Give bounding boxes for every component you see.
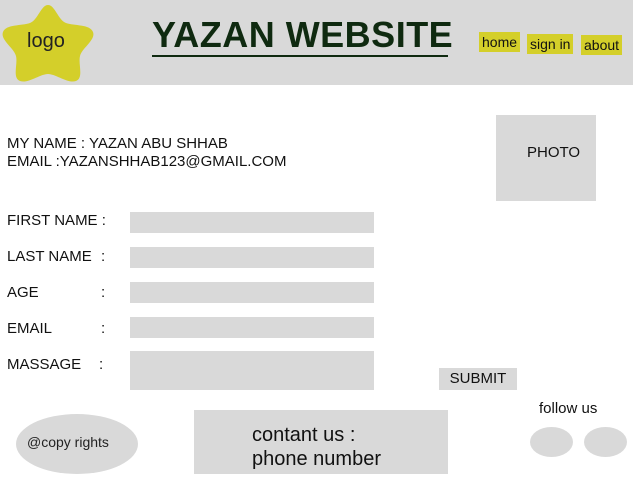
nav-sign-in-link[interactable]: sign in xyxy=(527,34,574,54)
photo-label: PHOTO xyxy=(527,144,581,161)
last-name-label: LAST NAME xyxy=(7,248,92,265)
last-name-input[interactable] xyxy=(130,247,374,268)
email-info: EMAIL :YAZANSHHAB123@GMAIL.COM xyxy=(7,153,287,170)
phone-number-label: phone number xyxy=(252,448,381,470)
site-title: YAZAN WEBSITE xyxy=(152,14,454,55)
contact-label: contant us : xyxy=(252,424,356,446)
message-textarea[interactable] xyxy=(130,351,374,390)
age-input[interactable] xyxy=(130,282,374,303)
email-input[interactable] xyxy=(130,317,374,338)
contact-box: contant us : phone number xyxy=(194,410,448,474)
first-name-label: FIRST NAME : xyxy=(7,212,106,229)
email-label: EMAIL xyxy=(7,320,53,337)
follow-us-label: follow us xyxy=(539,400,598,417)
nav-home-link[interactable]: home xyxy=(479,32,521,52)
social-icon-1[interactable] xyxy=(530,427,573,457)
message-label: MASSAGE xyxy=(7,356,82,373)
name-info: MY NAME : YAZAN ABU SHHAB xyxy=(7,135,228,152)
message-colon: : xyxy=(99,356,104,373)
copyright-text: @copy rights xyxy=(27,434,109,450)
first-name-input[interactable] xyxy=(130,212,374,233)
submit-button[interactable]: SUBMIT xyxy=(439,368,517,390)
age-label: AGE xyxy=(7,284,39,301)
nav-about-link[interactable]: about xyxy=(581,35,623,55)
email-colon: : xyxy=(101,320,106,337)
title-underline xyxy=(152,55,448,57)
age-colon: : xyxy=(101,284,106,301)
logo-text: logo xyxy=(27,30,65,52)
social-icon-2[interactable] xyxy=(584,427,627,457)
last-name-colon: : xyxy=(101,248,106,265)
